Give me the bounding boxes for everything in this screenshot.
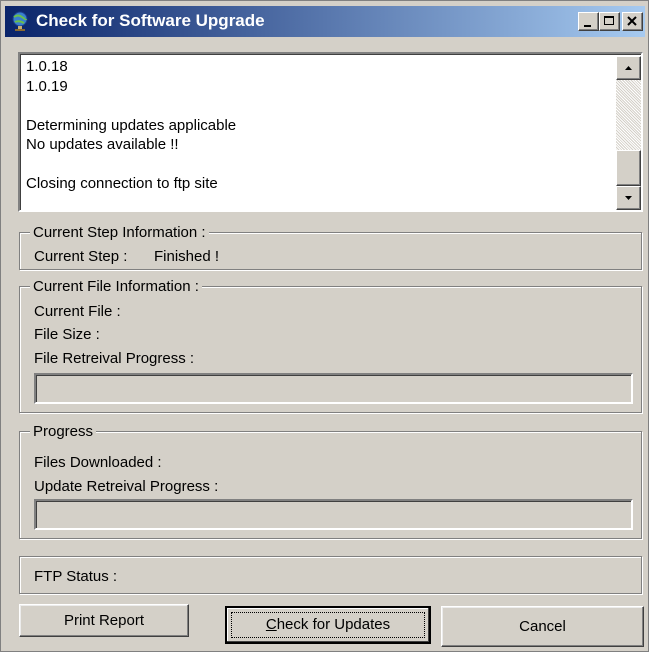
log-line[interactable]: Determining updates applicable (26, 116, 616, 136)
file-progress-bar (34, 373, 633, 404)
log-line[interactable] (26, 96, 616, 116)
progress-legend: Progress (30, 422, 97, 441)
file-progress-label: File Retreival Progress : (34, 350, 195, 367)
ftp-status-label: FTP Status : (34, 568, 118, 585)
check-for-updates-button[interactable]: Check for Updates (225, 606, 431, 644)
cancel-button[interactable]: Cancel (441, 606, 644, 647)
arrow-up-icon (625, 66, 632, 70)
software-upgrade-window: Check for Software Upgrade 1.0.18 1.0.19… (0, 0, 649, 652)
close-button[interactable] (622, 12, 643, 31)
maximize-icon (604, 16, 614, 25)
ftp-status-panel: FTP Status : (19, 556, 642, 594)
focus-rectangle (231, 612, 425, 638)
current-file-group: Current File Information : Current File … (19, 277, 642, 413)
maximize-button[interactable] (599, 12, 620, 31)
print-report-label: Print Report (63, 612, 145, 629)
log-line[interactable]: 1.0.19 (26, 77, 616, 97)
print-report-button[interactable]: Print Report (19, 604, 189, 637)
scroll-down-button[interactable] (616, 186, 641, 210)
log-line[interactable] (26, 155, 616, 175)
minimize-button[interactable] (578, 12, 599, 31)
current-step-legend: Current Step Information : (30, 223, 209, 242)
window-title: Check for Software Upgrade (36, 11, 265, 30)
current-step-label: Current Step : (34, 248, 128, 265)
log-line[interactable]: Closing connection to ftp site (26, 174, 616, 194)
progress-group: Progress Files Downloaded : Update Retre… (19, 422, 642, 539)
log-line[interactable]: 1.0.18 (26, 57, 616, 77)
update-progress-label: Update Retreival Progress : (34, 478, 219, 495)
title-bar[interactable]: Check for Software Upgrade (5, 6, 645, 37)
current-step-group: Current Step Information : Current Step … (19, 223, 642, 270)
scroll-thumb[interactable] (616, 150, 641, 186)
minimize-icon (584, 25, 591, 27)
log-line[interactable]: No updates available !! (26, 135, 616, 155)
update-progress-bar (34, 499, 633, 530)
close-icon (627, 16, 637, 26)
current-file-label: Current File : (34, 303, 121, 320)
current-file-legend: Current File Information : (30, 277, 202, 296)
log-lines: 1.0.18 1.0.19 Determining updates applic… (26, 57, 616, 194)
files-downloaded-label: Files Downloaded : (34, 454, 162, 471)
globe-app-icon (12, 11, 28, 31)
current-step-value: Finished ! (154, 248, 220, 265)
cancel-label: Cancel (519, 618, 566, 635)
scroll-up-button[interactable] (616, 56, 641, 80)
vertical-scrollbar[interactable] (616, 56, 641, 210)
log-listbox[interactable]: 1.0.18 1.0.19 Determining updates applic… (18, 52, 643, 212)
file-size-label: File Size : (34, 326, 100, 343)
arrow-down-icon (625, 196, 632, 200)
